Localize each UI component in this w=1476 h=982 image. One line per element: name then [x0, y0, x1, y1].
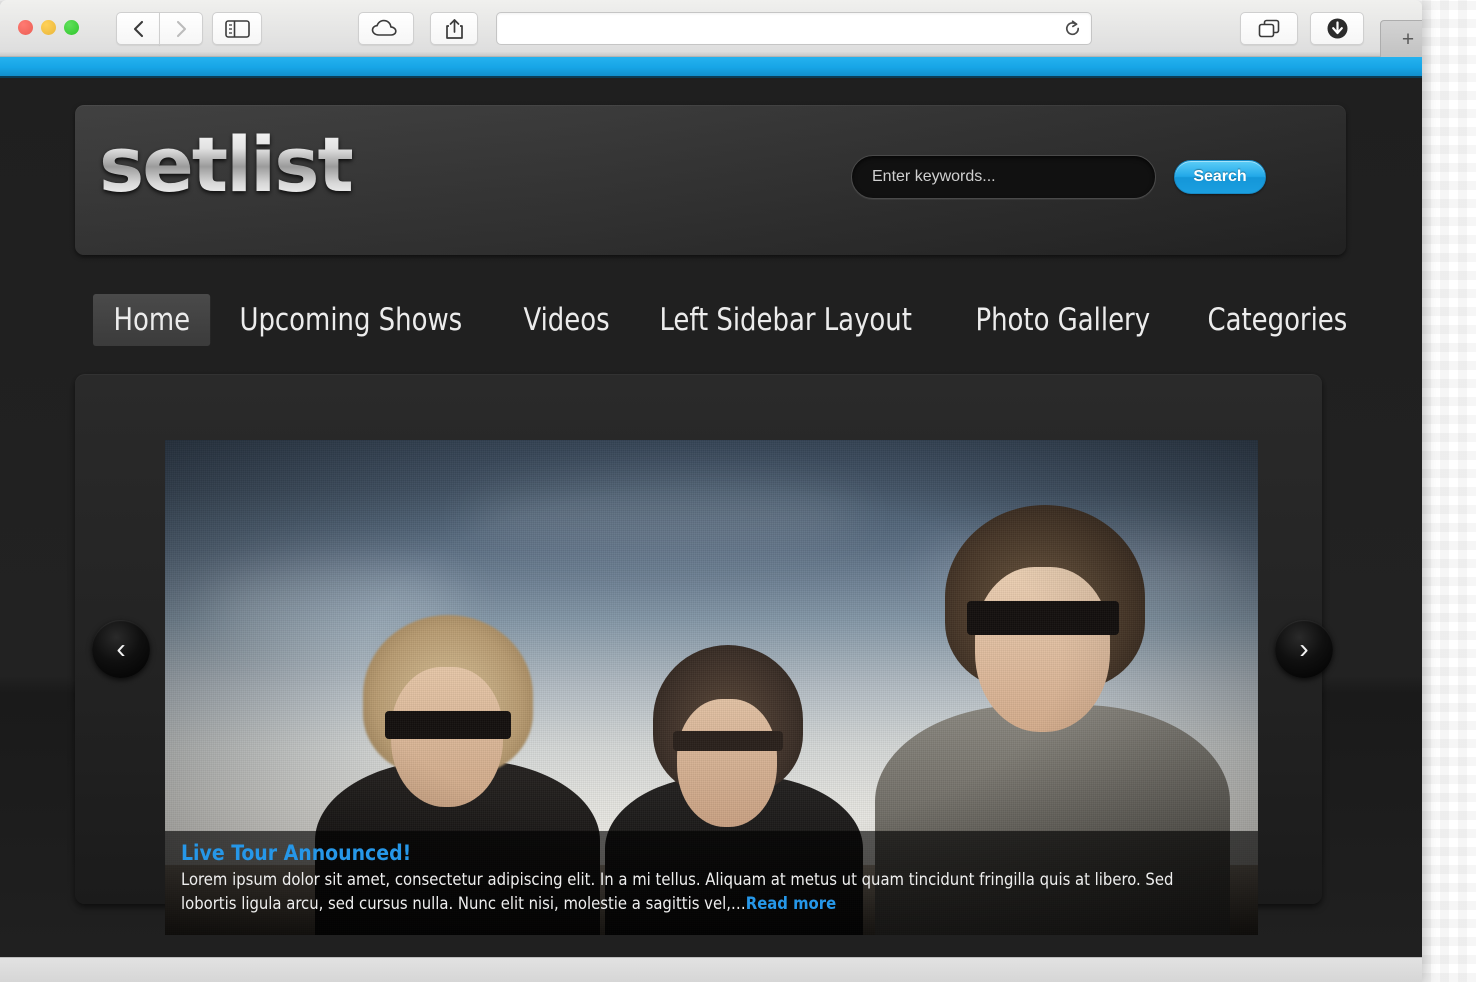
back-button[interactable] — [116, 12, 160, 45]
downloads-button[interactable] — [1310, 12, 1364, 45]
window-bottom-bar — [0, 957, 1422, 982]
chevron-right-icon — [175, 20, 188, 38]
slide-title: Live Tour Announced! — [181, 841, 412, 865]
browser-toolbar: + — [0, 0, 1422, 57]
slide-body-text: Lorem ipsum dolor sit amet, consectetur … — [181, 870, 1174, 913]
page-viewport: setlist Search Home Upcoming Shows Video… — [0, 57, 1422, 957]
search-form: Search — [851, 155, 1266, 199]
nav-item-upcoming-shows[interactable]: Upcoming Shows — [219, 294, 483, 346]
sidebar-toggle-button[interactable] — [212, 12, 262, 45]
new-tab-button[interactable]: + — [1380, 20, 1422, 57]
main-navigation: Home Upcoming Shows Videos Left Sidebar … — [93, 294, 1381, 346]
site-logo[interactable]: setlist — [99, 127, 354, 203]
nav-item-videos[interactable]: Videos — [503, 294, 630, 346]
address-bar[interactable] — [496, 12, 1092, 45]
sunglasses — [967, 601, 1119, 635]
window-controls — [18, 20, 79, 35]
cloud-icon — [371, 19, 401, 38]
sunglasses — [385, 711, 511, 739]
tabs-overview-icon — [1258, 19, 1280, 39]
slide-caption: Live Tour Announced! Lorem ipsum dolor s… — [165, 831, 1258, 935]
read-more-link[interactable]: Read more — [746, 894, 836, 913]
search-button[interactable]: Search — [1174, 160, 1266, 194]
site-page: setlist Search Home Upcoming Shows Video… — [0, 78, 1422, 957]
reload-icon[interactable] — [1064, 20, 1081, 37]
sidebar-icon — [224, 19, 250, 38]
nav-item-photo-gallery[interactable]: Photo Gallery — [955, 294, 1171, 346]
icloud-tabs-button[interactable] — [358, 12, 414, 45]
site-header: setlist Search — [75, 105, 1346, 255]
nav-item-categories[interactable]: Categories — [1187, 294, 1368, 346]
content-container: ‹ › Live Tour Announced! Lorem ipsum dol… — [75, 374, 1333, 935]
show-tabs-button[interactable] — [1240, 12, 1298, 45]
slider-next-button[interactable]: › — [1275, 620, 1333, 678]
top-accent-bar — [0, 57, 1422, 78]
slide-body: Lorem ipsum dolor sit amet, consectetur … — [181, 868, 1201, 916]
cloud-wisp — [465, 480, 865, 550]
slider-prev-button[interactable]: ‹ — [92, 620, 150, 678]
share-button[interactable] — [430, 12, 478, 45]
chevron-left-icon — [132, 20, 145, 38]
share-icon — [445, 18, 464, 40]
download-icon — [1326, 17, 1349, 40]
close-window-button[interactable] — [18, 20, 33, 35]
forward-button[interactable] — [159, 12, 203, 45]
sunglasses — [673, 731, 783, 751]
search-input[interactable] — [851, 155, 1156, 199]
minimize-window-button[interactable] — [41, 20, 56, 35]
nav-item-left-sidebar-layout[interactable]: Left Sidebar Layout — [639, 294, 932, 346]
featured-slider[interactable]: Live Tour Announced! Lorem ipsum dolor s… — [165, 440, 1258, 935]
zoom-window-button[interactable] — [64, 20, 79, 35]
nav-item-home[interactable]: Home — [93, 294, 211, 346]
browser-window: + setlist Search Home Upcoming Shows Vid… — [0, 0, 1422, 982]
